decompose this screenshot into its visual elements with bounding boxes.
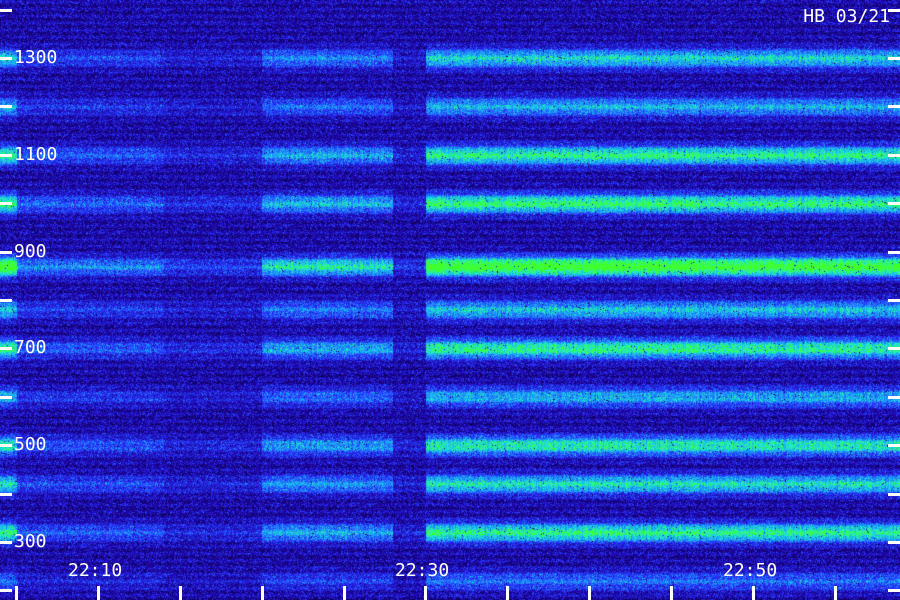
- y-tick-mark-right: [888, 202, 900, 205]
- y-tick-mark-right: [888, 9, 900, 12]
- x-tick-mark: [179, 586, 182, 600]
- x-tick-mark: [261, 586, 264, 600]
- y-tick-mark: [0, 589, 12, 592]
- y-tick-label: 300: [14, 531, 47, 552]
- x-tick-mark: [97, 586, 100, 600]
- y-tick-mark-right: [888, 251, 900, 254]
- y-tick-mark: [0, 105, 12, 108]
- x-tick-mark: [752, 586, 755, 600]
- y-tick-mark-right: [888, 541, 900, 544]
- y-tick-label: 1100: [14, 144, 58, 165]
- y-tick-label: 700: [14, 337, 47, 358]
- y-tick-mark: [0, 202, 12, 205]
- y-tick-mark: [0, 347, 12, 350]
- y-tick-mark: [0, 444, 12, 447]
- x-tick-mark: [834, 586, 837, 600]
- y-tick-mark-right: [888, 105, 900, 108]
- y-tick-mark-right: [888, 493, 900, 496]
- y-tick-mark-right: [888, 396, 900, 399]
- x-tick-mark: [343, 586, 346, 600]
- y-tick-mark: [0, 493, 12, 496]
- y-tick-mark: [0, 251, 12, 254]
- y-tick-label: 1300: [14, 47, 58, 68]
- x-tick-mark: [588, 586, 591, 600]
- x-tick-mark: [15, 586, 18, 600]
- y-tick-mark: [0, 396, 12, 399]
- y-tick-mark: [0, 154, 12, 157]
- y-tick-mark: [0, 541, 12, 544]
- x-tick-label: 22:30: [395, 560, 450, 581]
- x-tick-mark: [506, 586, 509, 600]
- y-tick-mark-right: [888, 57, 900, 60]
- x-tick-mark: [670, 586, 673, 600]
- y-tick-mark-right: [888, 347, 900, 350]
- y-tick-mark: [0, 57, 12, 60]
- y-tick-mark: [0, 9, 12, 12]
- x-tick-label: 22:10: [68, 560, 123, 581]
- y-tick-label: 500: [14, 434, 47, 455]
- x-tick-label: 22:50: [723, 560, 778, 581]
- y-tick-mark-right: [888, 154, 900, 157]
- x-tick-mark: [424, 586, 427, 600]
- y-tick-mark: [0, 299, 12, 302]
- spectrogram-heatmap: [0, 0, 900, 600]
- spectrogram-panel: HB 03/21 1300 1100 900 700 500 300 22:10 22:30 2…: [0, 0, 900, 600]
- y-tick-mark-right: [888, 444, 900, 447]
- y-tick-label: 900: [14, 241, 47, 262]
- y-tick-mark-right: [888, 299, 900, 302]
- chart-stamp: HB 03/21: [803, 6, 890, 27]
- y-tick-mark-right: [888, 589, 900, 592]
